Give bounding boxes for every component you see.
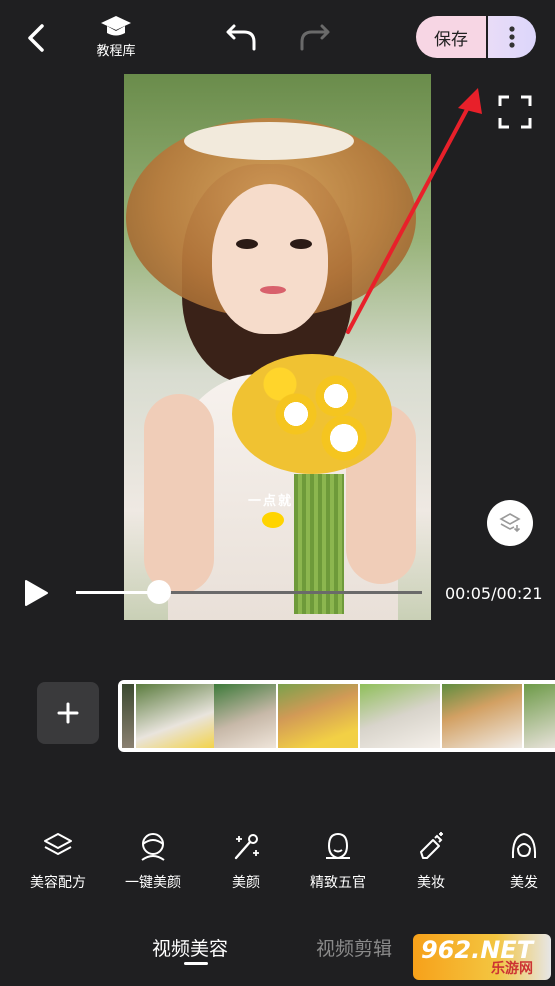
photo-bouquet (232, 354, 392, 474)
plus-icon (57, 702, 79, 724)
photo-eye-left (236, 239, 258, 249)
tool-beauty-recipe[interactable]: 美容配方 (13, 830, 103, 892)
graduation-cap-icon (101, 16, 131, 36)
tool-label: 美颜 (232, 875, 260, 891)
tool-refined-features[interactable]: 精致五官 (293, 830, 383, 892)
tool-label: 一键美颜 (125, 875, 181, 891)
tool-label: 美妆 (417, 875, 445, 891)
timeline-frame (214, 684, 276, 748)
photo-eye-right (290, 239, 312, 249)
tab-video-edit[interactable]: 视频剪辑 (316, 934, 392, 961)
progress-thumb[interactable] (147, 580, 172, 604)
fullscreen-button[interactable] (497, 94, 533, 130)
layers-download-icon (499, 513, 521, 533)
tutorial-library-button[interactable]: 教程库 (88, 14, 144, 59)
more-options-button[interactable] (488, 16, 536, 58)
photo-arm-left (144, 394, 214, 594)
timeline-frame (360, 684, 440, 748)
tool-label: 精致五官 (310, 875, 366, 891)
add-clip-button[interactable] (37, 682, 99, 744)
undo-button[interactable] (224, 22, 258, 52)
tab-video-beauty[interactable]: 视频美容 (152, 934, 228, 961)
photo-hat-ribbon (184, 122, 354, 160)
more-vertical-icon (509, 26, 515, 48)
tool-hair[interactable]: 美发 (479, 830, 555, 892)
tool-label: 美容配方 (30, 875, 86, 891)
photo-mouth (260, 286, 286, 294)
photo-face (212, 184, 328, 334)
watermark-logo: 962.NET 乐游网 (413, 934, 551, 980)
magic-wand-icon (234, 834, 259, 860)
tool-one-tap-beauty[interactable]: 一键美颜 (108, 830, 198, 892)
clip-timeline[interactable] (118, 680, 555, 752)
tutorial-library-label: 教程库 (96, 44, 136, 59)
playback-time: 00:05/00:21 (445, 584, 543, 603)
timeline-frame (278, 684, 358, 748)
redo-button[interactable] (298, 22, 332, 52)
redo-icon (300, 24, 330, 51)
save-button[interactable]: 保存 (416, 16, 486, 58)
timeline-frame (122, 684, 134, 748)
play-button[interactable] (22, 578, 50, 608)
tool-label: 美发 (510, 875, 538, 891)
duck-sticker (262, 512, 284, 528)
layer-button[interactable] (487, 500, 533, 546)
layers-icon (44, 833, 72, 855)
red-annotation-arrow (346, 88, 482, 334)
tool-beauty[interactable]: 美颜 (201, 830, 291, 892)
video-caption: 一点就 (248, 494, 294, 509)
watermark-sub: 乐游网 (491, 961, 533, 977)
face-outline-icon (326, 832, 350, 860)
hair-icon (511, 832, 537, 859)
back-button[interactable] (20, 20, 56, 56)
chevron-left-icon (28, 24, 44, 52)
fullscreen-icon (498, 95, 532, 129)
timeline-frame (524, 684, 555, 748)
face-icon (141, 833, 165, 861)
makeup-icon (420, 832, 443, 859)
timeline-frame (136, 684, 216, 748)
undo-icon (226, 24, 256, 51)
timeline-frame (442, 684, 522, 748)
active-tab-indicator (184, 962, 208, 965)
tool-makeup[interactable]: 美妆 (386, 830, 476, 892)
play-icon (25, 580, 48, 606)
